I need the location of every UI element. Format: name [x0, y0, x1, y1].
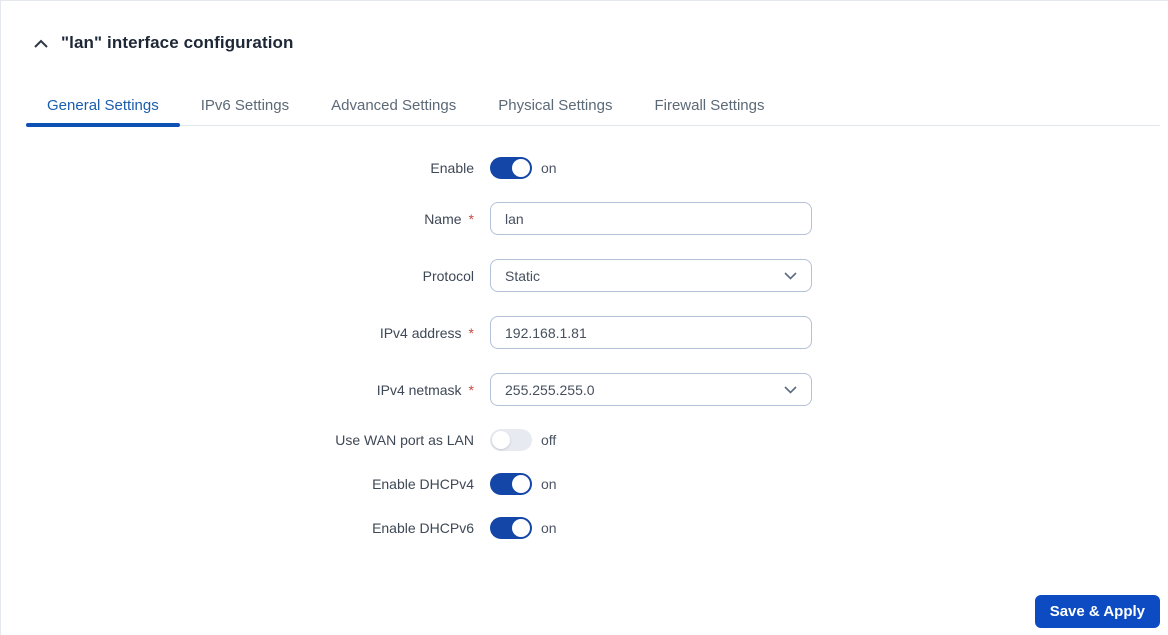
toggle-knob — [512, 519, 530, 537]
field-row-dhcpv6: Enable DHCPv6 on — [1, 517, 1168, 539]
dhcpv6-toggle[interactable] — [490, 517, 532, 539]
tab-ipv6-settings[interactable]: IPv6 Settings — [180, 89, 310, 125]
field-row-ipv4-netmask: IPv4 netmask * 255.255.255.0 — [1, 373, 1168, 406]
ipv4-address-label: IPv4 address — [379, 324, 462, 341]
toggle-knob — [492, 431, 510, 449]
tab-firewall-settings[interactable]: Firewall Settings — [633, 89, 785, 125]
wan-as-lan-toggle[interactable] — [490, 429, 532, 451]
protocol-select-value: Static — [505, 267, 541, 284]
panel-header: "lan" interface configuration — [1, 1, 1168, 53]
required-asterisk: * — [468, 324, 474, 341]
ipv4-netmask-select-value: 255.255.255.0 — [505, 381, 595, 398]
toggle-knob — [512, 475, 530, 493]
tab-advanced-settings[interactable]: Advanced Settings — [310, 89, 477, 125]
dhcpv4-toggle-state: on — [541, 476, 557, 492]
enable-toggle[interactable] — [490, 157, 532, 179]
field-row-ipv4-address: IPv4 address * — [1, 316, 1168, 349]
field-row-protocol: Protocol Static — [1, 259, 1168, 292]
enable-label: Enable — [430, 160, 474, 176]
name-input[interactable] — [490, 202, 812, 235]
chevron-up-icon[interactable] — [34, 39, 48, 48]
chevron-down-icon — [784, 271, 797, 280]
dhcpv4-toggle[interactable] — [490, 473, 532, 495]
interface-configuration-panel: "lan" interface configuration General Se… — [0, 0, 1168, 635]
dhcpv4-label: Enable DHCPv4 — [372, 476, 474, 492]
name-label: Name — [424, 210, 462, 227]
required-asterisk: * — [468, 210, 474, 227]
ipv4-address-input[interactable] — [490, 316, 812, 349]
save-apply-button[interactable]: Save & Apply — [1034, 595, 1160, 628]
tab-general-settings[interactable]: General Settings — [26, 89, 180, 127]
required-asterisk: * — [468, 381, 474, 398]
protocol-label: Protocol — [422, 267, 474, 284]
ipv4-netmask-label: IPv4 netmask — [376, 381, 462, 398]
wan-as-lan-toggle-state: off — [541, 432, 557, 448]
field-row-enable: Enable on — [1, 157, 1168, 179]
field-row-name: Name * — [1, 202, 1168, 235]
dhcpv6-label: Enable DHCPv6 — [372, 520, 474, 536]
tab-physical-settings[interactable]: Physical Settings — [477, 89, 633, 125]
field-row-dhcpv4: Enable DHCPv4 on — [1, 473, 1168, 495]
toggle-knob — [512, 159, 530, 177]
general-settings-form: Enable on Name * Protocol Static — [1, 126, 1168, 539]
section-title: "lan" interface configuration — [61, 33, 294, 52]
wan-as-lan-label: Use WAN port as LAN — [335, 432, 474, 448]
ipv4-netmask-select[interactable]: 255.255.255.0 — [490, 373, 812, 406]
protocol-select[interactable]: Static — [490, 259, 812, 292]
dhcpv6-toggle-state: on — [541, 520, 557, 536]
field-row-wan-as-lan: Use WAN port as LAN off — [1, 429, 1168, 451]
chevron-down-icon — [784, 385, 797, 394]
tab-bar: General Settings IPv6 Settings Advanced … — [26, 89, 1160, 127]
enable-toggle-state: on — [541, 160, 557, 176]
